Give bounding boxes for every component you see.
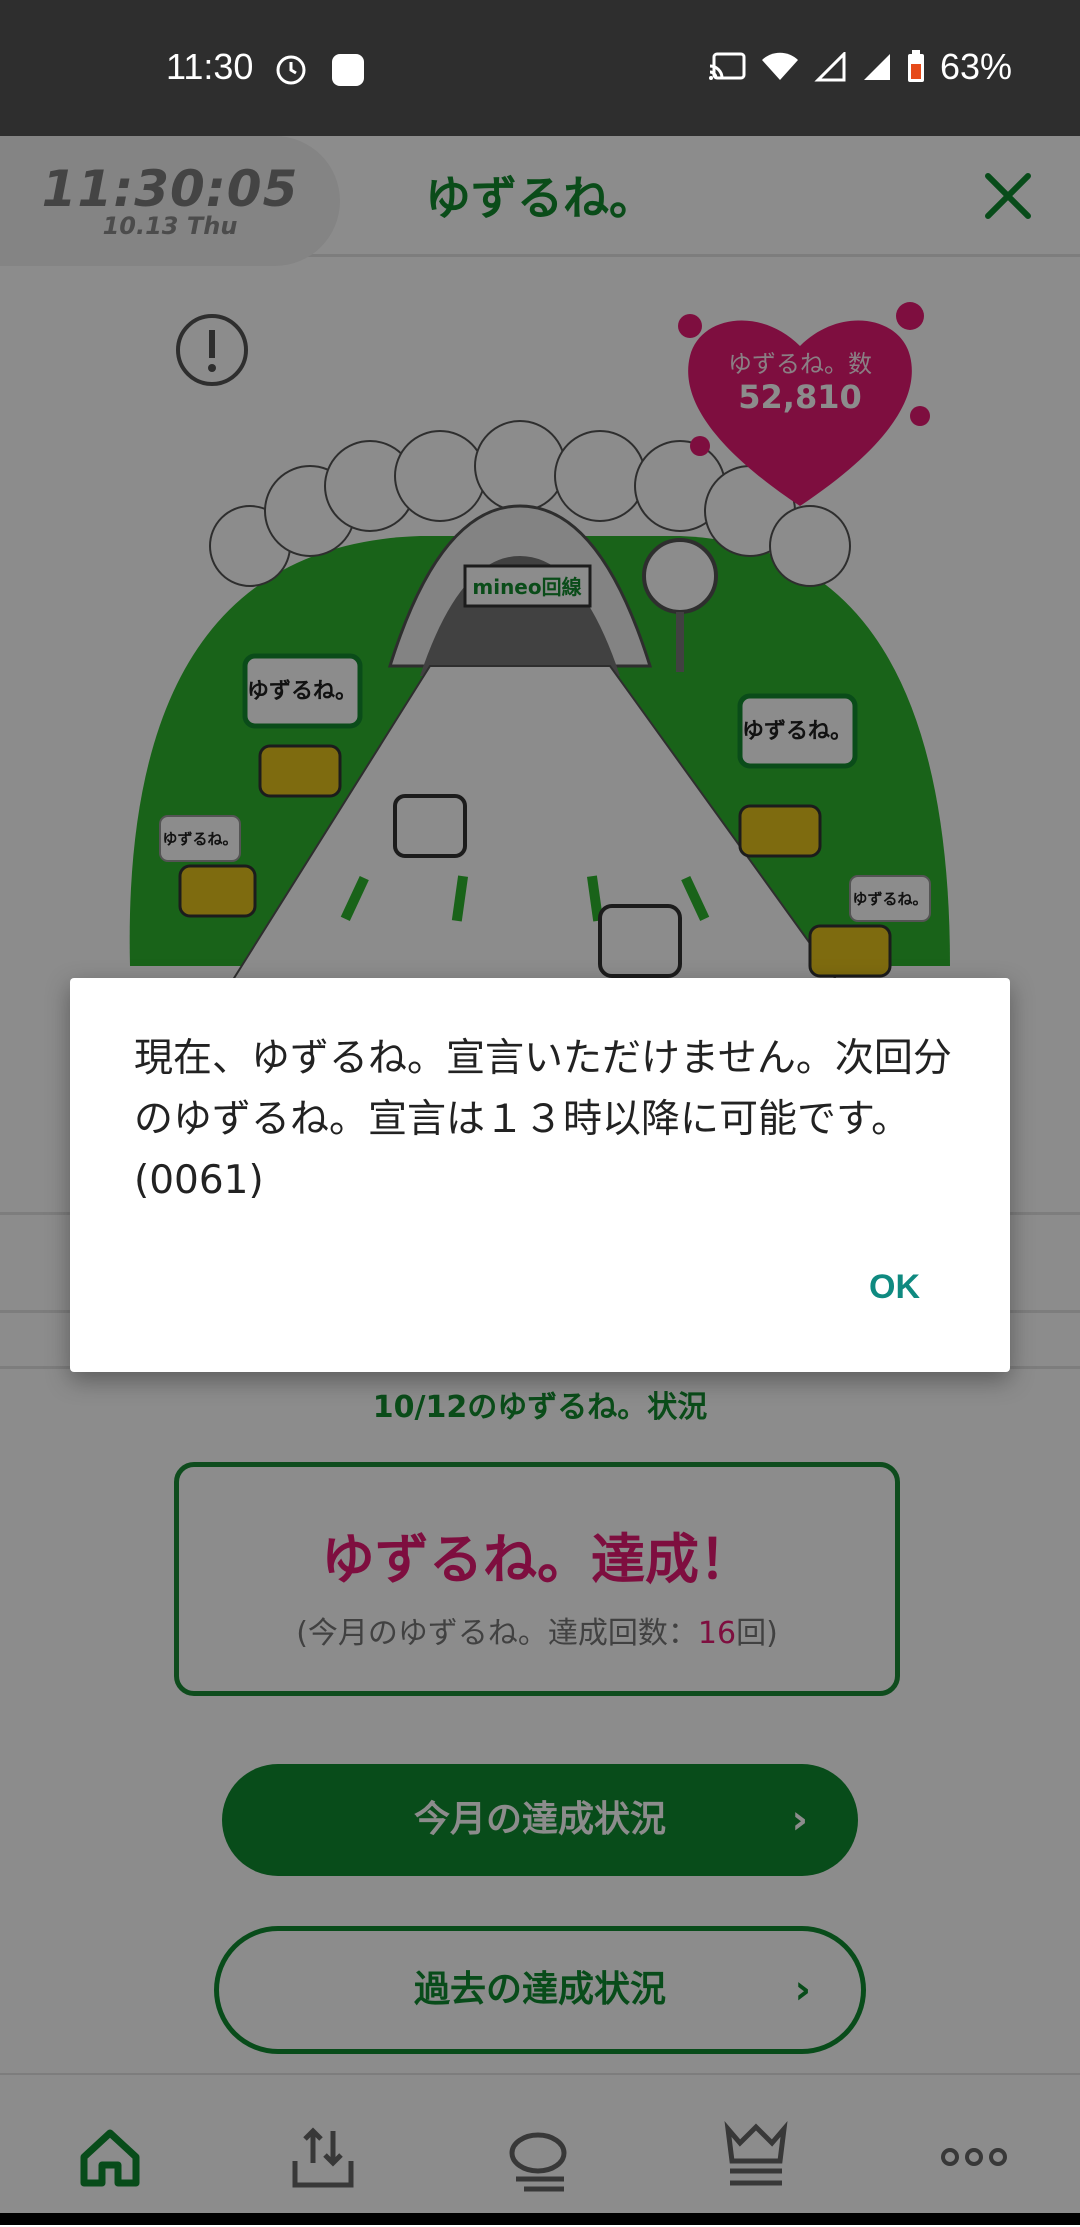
signal-icon	[814, 52, 846, 82]
signal-icon-2	[863, 54, 890, 80]
battery-percent: 63%	[939, 46, 1012, 87]
alert-dialog: 現在、ゆずるね。宣言いただけません。次回分のゆずるね。宣言は１３時以降に可能です…	[70, 978, 1010, 1372]
battery-icon	[907, 50, 924, 82]
dialog-message: 現在、ゆずるね。宣言いただけません。次回分のゆずるね。宣言は１３時以降に可能です…	[134, 1036, 952, 1203]
status-time: 11:30	[166, 46, 254, 87]
status-bar: 11:30 63%	[0, 0, 1080, 136]
dialog-ok-button[interactable]: OK	[869, 1268, 920, 1307]
alarm-icon	[276, 55, 306, 85]
cast-icon	[708, 52, 746, 80]
system-nav-bar	[0, 2213, 1080, 2225]
status-right: 63%	[708, 46, 1012, 88]
wifi-icon	[761, 52, 798, 80]
notification-icon	[332, 54, 364, 86]
